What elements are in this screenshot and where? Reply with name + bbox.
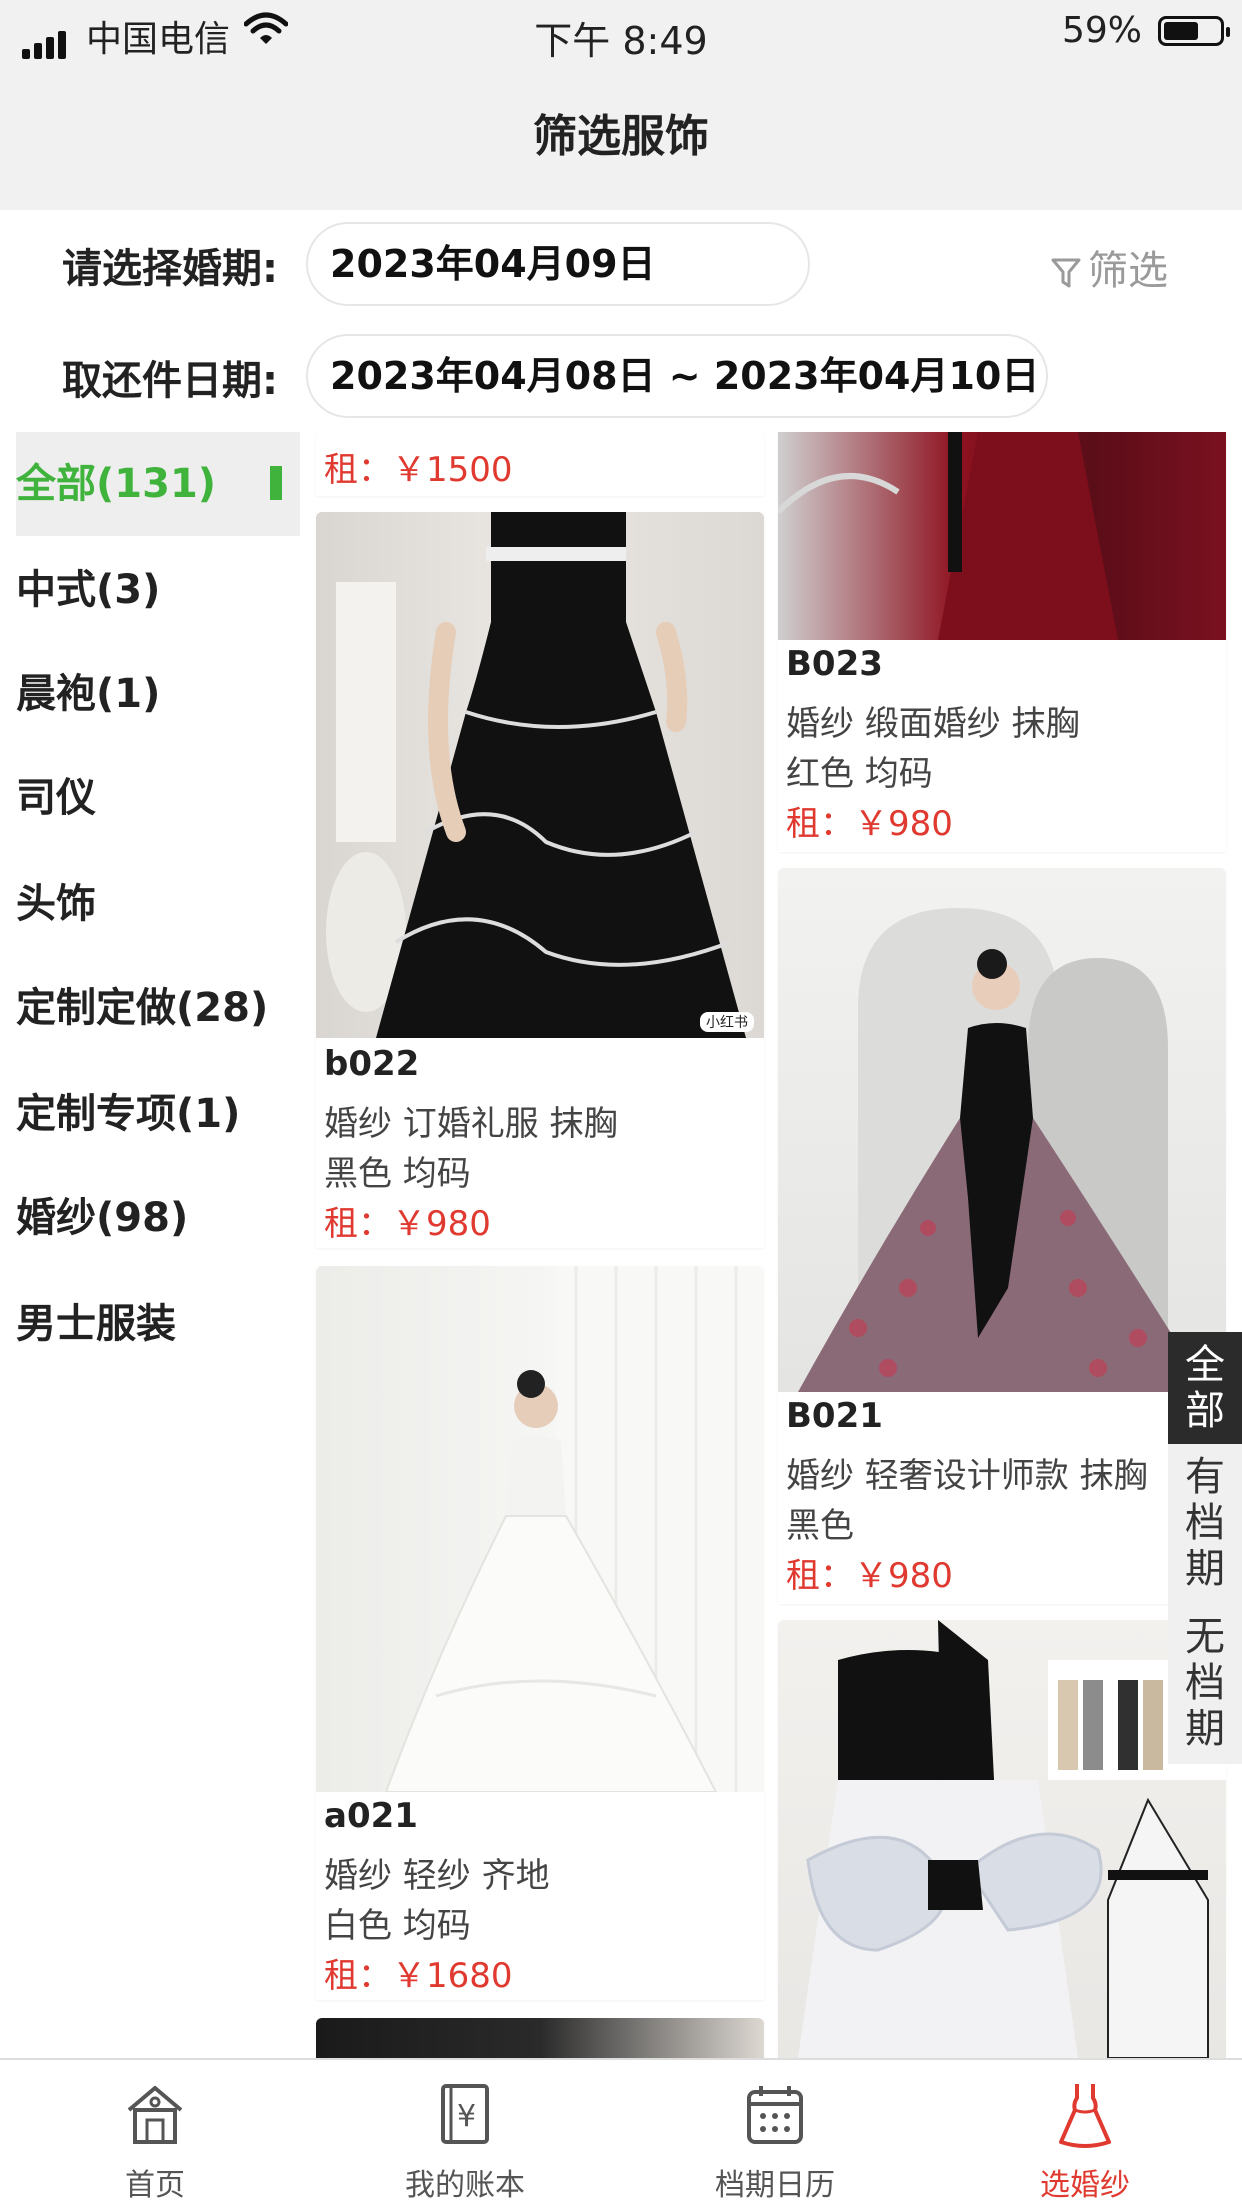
product-price: 租：￥1500 xyxy=(324,450,513,490)
tab-label: 选婚纱 xyxy=(1040,2168,1130,2203)
product-image xyxy=(778,432,1226,640)
category-chinese[interactable]: 中式(3) xyxy=(16,538,300,642)
svg-text:¥: ¥ xyxy=(457,2099,476,2134)
category-label: 全部(131) xyxy=(16,461,217,507)
product-tags: 婚纱 缎面婚纱 抹胸 xyxy=(786,704,1080,744)
product-code: B021 xyxy=(786,1396,883,1436)
product-color: 黑色 均码 xyxy=(324,1154,471,1194)
product-image: 小红书 xyxy=(316,512,764,1038)
product-card-partial-bottom[interactable] xyxy=(316,2018,764,2058)
product-image xyxy=(316,1266,764,1792)
category-morning-robe[interactable]: 晨袍(1) xyxy=(16,642,300,746)
funnel-icon xyxy=(1051,258,1081,288)
category-custom-made[interactable]: 定制定做(28) xyxy=(16,956,300,1060)
availability-tab-label: 全部 xyxy=(1185,1342,1225,1434)
product-color: 黑色 xyxy=(786,1506,854,1546)
dress-icon xyxy=(1059,2084,1111,2148)
tab-label: 首页 xyxy=(125,2168,185,2203)
availability-tab-unavailable[interactable]: 无档期 xyxy=(1168,1604,1242,1764)
active-indicator xyxy=(270,466,282,500)
tab-label: 档期日历 xyxy=(715,2168,835,2203)
category-label: 婚纱(98) xyxy=(16,1195,189,1241)
filter-button[interactable]: 筛选 xyxy=(1050,238,1168,296)
top-header: 中国电信 下午 8:49 59% 筛选服饰 xyxy=(0,0,1242,210)
pickup-date-range-picker[interactable]: 2023年04月08日 ~ 2023年04月10日 xyxy=(306,334,1048,418)
tab-ledger[interactable]: ¥ 我的账本 xyxy=(310,2060,620,2210)
wedding-date-label: 请选择婚期: xyxy=(62,246,278,292)
product-price: 租：￥1680 xyxy=(324,1956,513,1996)
category-label: 中式(3) xyxy=(16,567,161,613)
category-custom-special[interactable]: 定制专项(1) xyxy=(16,1062,300,1166)
calendar-icon xyxy=(747,2086,803,2144)
bottom-tab-bar: 首页 ¥ 我的账本 档期日历 选婚纱 xyxy=(0,2058,1242,2210)
product-card-bow-dress[interactable] xyxy=(778,1620,1226,2058)
tab-calendar[interactable]: 档期日历 xyxy=(620,2060,930,2210)
tab-label: 我的账本 xyxy=(405,2168,525,2203)
product-tags: 婚纱 轻奢设计师款 抹胸 xyxy=(786,1456,1148,1496)
clock: 下午 8:49 xyxy=(534,19,708,63)
availability-tab-available[interactable]: 有档期 xyxy=(1168,1444,1242,1604)
category-label: 司仪 xyxy=(16,775,96,821)
battery-percent: 59% xyxy=(1061,10,1142,51)
wedding-date-picker[interactable]: 2023年04月09日 xyxy=(306,222,810,306)
product-code: b022 xyxy=(324,1044,420,1084)
pickup-date-label: 取还件日期: xyxy=(62,358,278,404)
product-price: 租：￥980 xyxy=(786,804,953,844)
category-headwear[interactable]: 头饰 xyxy=(16,852,300,956)
availability-tab-all[interactable]: 全部 xyxy=(1168,1332,1242,1444)
product-code: B023 xyxy=(786,644,883,684)
tab-home[interactable]: 首页 xyxy=(0,2060,310,2210)
product-code: a021 xyxy=(324,1796,418,1836)
product-card-B023[interactable]: B023 婚纱 缎面婚纱 抹胸 红色 均码 租：￥980 xyxy=(778,432,1226,852)
product-card-partial[interactable]: 租：￥1500 xyxy=(316,432,764,496)
product-price: 租：￥980 xyxy=(786,1556,953,1596)
product-price: 租：￥980 xyxy=(324,1204,491,1244)
product-card-b022[interactable]: 小红书 b022 婚纱 订婚礼服 抹胸 黑色 均码 租：￥980 xyxy=(316,512,764,1248)
battery-icon xyxy=(1158,16,1230,46)
category-host[interactable]: 司仪 xyxy=(16,746,300,850)
category-label: 定制专项(1) xyxy=(16,1091,241,1137)
product-color: 白色 均码 xyxy=(324,1906,471,1946)
product-tags: 婚纱 订婚礼服 抹胸 xyxy=(324,1104,618,1144)
filter-button-label: 筛选 xyxy=(1088,248,1168,294)
ledger-icon: ¥ xyxy=(441,2084,489,2144)
product-image xyxy=(778,1620,1226,2058)
product-color: 红色 均码 xyxy=(786,754,933,794)
home-icon xyxy=(127,2086,183,2144)
product-card-a021[interactable]: a021 婚纱 轻纱 齐地 白色 均码 租：￥1680 xyxy=(316,1266,764,2000)
category-all[interactable]: 全部(131) xyxy=(16,432,300,536)
page-title: 筛选服饰 xyxy=(533,111,709,162)
category-label: 定制定做(28) xyxy=(16,985,269,1031)
category-label: 晨袍(1) xyxy=(16,671,161,717)
availability-tabs: 全部 有档期 无档期 xyxy=(1168,1332,1242,1764)
status-bar: 中国电信 下午 8:49 59% xyxy=(0,0,1242,64)
category-menswear[interactable]: 男士服装 xyxy=(16,1272,300,1376)
tab-choose-dress[interactable]: 选婚纱 xyxy=(930,2060,1240,2210)
product-card-B021[interactable]: B021 婚纱 轻奢设计师款 抹胸 黑色 租：￥980 xyxy=(778,868,1226,1604)
image-watermark: 小红书 xyxy=(706,1015,748,1031)
category-wedding-dress[interactable]: 婚纱(98) xyxy=(16,1166,300,1270)
category-label: 男士服装 xyxy=(16,1301,176,1347)
product-tags: 婚纱 轻纱 齐地 xyxy=(324,1856,550,1896)
product-image xyxy=(778,868,1226,1392)
product-image xyxy=(316,2018,764,2058)
availability-tab-label: 无档期 xyxy=(1185,1614,1225,1752)
availability-tab-label: 有档期 xyxy=(1185,1454,1225,1592)
category-label: 头饰 xyxy=(16,881,96,927)
